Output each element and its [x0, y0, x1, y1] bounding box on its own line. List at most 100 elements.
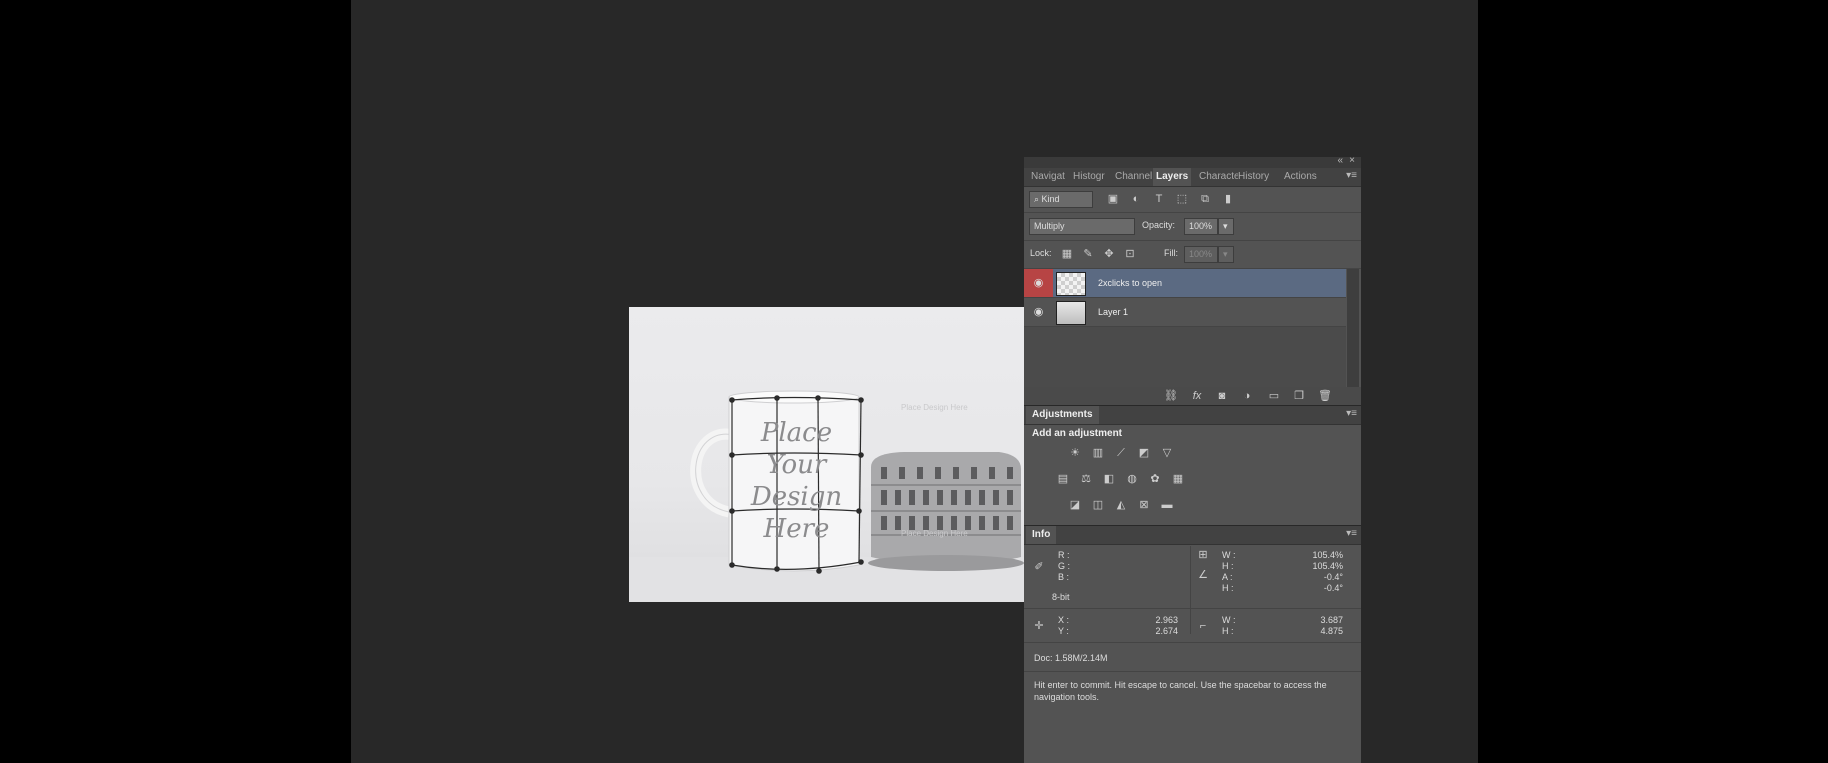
layer-thumbnail	[1056, 301, 1086, 325]
mockup-text: Place Your Design Here	[734, 417, 859, 545]
layer-list: ◉ 2xclicks to open ◉ Layer 1	[1024, 269, 1346, 387]
panel-menu-icon[interactable]: ▾≡	[1346, 408, 1357, 419]
adjustments-tab-bar: Adjustments ▾≡	[1024, 406, 1361, 425]
photo-filter-icon[interactable]: ◍	[1125, 472, 1139, 486]
filter-toggle-icon[interactable]: ▮	[1221, 192, 1235, 206]
filter-kind-select[interactable]: ⌕ Kind	[1029, 191, 1093, 208]
tool-hint-text: Hit enter to commit. Hit escape to cance…	[1034, 680, 1327, 702]
layers-tab-bar: Navigat Histogr Channel Layers Characte …	[1024, 168, 1361, 187]
lock-position-icon[interactable]: ✥	[1102, 247, 1116, 261]
document-canvas[interactable]: Place Your Design Here Place Design Here…	[629, 307, 1024, 602]
angle-icon: ∠	[1198, 569, 1208, 581]
fill-label: Fill:	[1164, 248, 1178, 258]
crosshair-icon: ✛	[1034, 620, 1044, 632]
info-divider-vertical	[1190, 546, 1191, 634]
watermark: Place Design Here	[901, 529, 968, 538]
info-h2-value: -0.4°	[1323, 583, 1343, 593]
hue-saturation-icon[interactable]: ▤	[1056, 472, 1070, 486]
levels-icon[interactable]: ▥	[1091, 446, 1105, 460]
selection-size-icon: ⌐	[1199, 620, 1207, 632]
info-h-label: H :	[1222, 561, 1234, 571]
invert-icon[interactable]: ◪	[1068, 498, 1082, 512]
link-layers-icon[interactable]: ⛓	[1164, 389, 1178, 403]
smart-object-thumbnail	[1056, 272, 1086, 296]
new-adjustment-layer-icon[interactable]: ◑	[1240, 389, 1254, 403]
watermark: Place Design Here	[901, 403, 968, 412]
layer-row-2xclicks[interactable]: ◉ 2xclicks to open	[1024, 269, 1346, 298]
tab-info[interactable]: Info	[1026, 526, 1057, 544]
tab-layers[interactable]: Layers	[1153, 168, 1191, 186]
add-mask-icon[interactable]: ◙	[1215, 389, 1229, 403]
color-lookup-icon[interactable]: ▦	[1171, 472, 1185, 486]
mockup-text-line: Place	[760, 418, 833, 448]
image-filter-icon[interactable]: ▣	[1106, 192, 1120, 206]
adjustments-panel: Adjustments ▾≡ Add an adjustment ☀ ▥ ⟋ ◩…	[1024, 406, 1361, 525]
doc-size-label: Doc: 1.58M/2.14M	[1034, 653, 1108, 663]
layers-scrollbar[interactable]	[1347, 269, 1359, 387]
adjustment-filter-icon[interactable]: ◐	[1129, 192, 1143, 206]
info-tab-bar: Info ▾≡	[1024, 526, 1361, 545]
tab-actions[interactable]: Actions	[1281, 168, 1327, 186]
layer-name[interactable]: Layer 1	[1098, 298, 1128, 326]
info-size-w-label: W :	[1222, 615, 1236, 625]
tab-character[interactable]: Characte	[1196, 168, 1238, 186]
smart-object-filter-icon[interactable]: ⧉	[1198, 192, 1212, 206]
color-balance-icon[interactable]: ⚖	[1079, 472, 1093, 486]
brightness-contrast-icon[interactable]: ☀	[1068, 446, 1082, 460]
opacity-label: Opacity:	[1142, 220, 1176, 230]
tab-navigator[interactable]: Navigat	[1028, 168, 1072, 186]
panel-menu-icon[interactable]: ▾≡	[1346, 528, 1357, 539]
delete-layer-icon[interactable]: 🗑	[1318, 389, 1332, 403]
shape-filter-icon[interactable]: ⬚	[1175, 192, 1189, 206]
exposure-icon[interactable]: ◩	[1137, 446, 1151, 460]
channel-mixer-icon[interactable]: ✿	[1148, 472, 1162, 486]
visibility-eye-icon[interactable]: ◉	[1024, 269, 1053, 297]
gradient-map-icon[interactable]: ▬	[1160, 498, 1174, 512]
type-filter-icon[interactable]: T	[1152, 192, 1166, 206]
tab-histogram[interactable]: Histogr	[1070, 168, 1112, 186]
threshold-icon[interactable]: ◭	[1114, 498, 1128, 512]
info-size-h-value: 4.875	[1320, 626, 1343, 636]
adjustments-heading: Add an adjustment	[1032, 428, 1123, 439]
blend-mode-select[interactable]: Multiply	[1029, 218, 1135, 235]
tab-history[interactable]: History	[1235, 168, 1277, 186]
layers-panel: « × Navigat Histogr Channel Layers Chara…	[1024, 155, 1361, 405]
opacity-dropdown-icon[interactable]: ▾	[1218, 218, 1234, 235]
panel-menu-icon[interactable]: ▾≡	[1346, 170, 1357, 181]
filter-kind-label: Kind	[1041, 194, 1060, 204]
info-r-label: R :	[1058, 550, 1070, 560]
collapse-icon[interactable]: «	[1337, 155, 1343, 166]
close-icon[interactable]: ×	[1349, 155, 1355, 166]
bit-depth-label: 8-bit	[1052, 592, 1070, 602]
fill-input[interactable]: 100%	[1184, 246, 1218, 263]
fill-dropdown-icon[interactable]: ▾	[1218, 246, 1234, 263]
selective-color-icon[interactable]: ⊠	[1137, 498, 1151, 512]
eyedropper-icon[interactable]: ✐	[1032, 560, 1046, 574]
lock-transparent-icon[interactable]: ▦	[1060, 247, 1074, 261]
info-y-value: 2.674	[1155, 626, 1178, 636]
layer-name[interactable]: 2xclicks to open	[1098, 269, 1162, 297]
tab-channels[interactable]: Channel	[1112, 168, 1154, 186]
info-panel: Info ▾≡ ✐ R : G : B : 8-bit ⊞ ∠ W : H : …	[1024, 526, 1361, 763]
info-g-label: G :	[1058, 561, 1071, 571]
info-y-label: Y :	[1058, 626, 1069, 636]
transform-size-icon: ⊞	[1198, 549, 1208, 561]
lock-all-icon[interactable]: ⊡	[1123, 247, 1137, 261]
new-layer-icon[interactable]: ❐	[1292, 389, 1306, 403]
lock-paint-icon[interactable]: ✎	[1081, 247, 1095, 261]
info-a-value: -0.4°	[1323, 572, 1343, 582]
opacity-input[interactable]: 100%	[1184, 218, 1218, 235]
info-x-label: X :	[1058, 615, 1070, 625]
curves-icon[interactable]: ⟋	[1114, 446, 1128, 460]
visibility-eye-icon[interactable]: ◉	[1024, 298, 1053, 326]
mockup-text-line: Your	[766, 450, 827, 480]
layer-row-layer-1[interactable]: ◉ Layer 1	[1024, 298, 1346, 327]
vibrance-icon[interactable]: ▽	[1160, 446, 1174, 460]
info-size-h-label: H :	[1222, 626, 1234, 636]
tab-adjustments[interactable]: Adjustments	[1026, 406, 1099, 424]
new-group-icon[interactable]: ▭	[1267, 389, 1281, 403]
black-white-icon[interactable]: ◧	[1102, 472, 1116, 486]
info-h-value: 105.4%	[1312, 561, 1343, 571]
posterize-icon[interactable]: ◫	[1091, 498, 1105, 512]
layer-style-fx-icon[interactable]: fx	[1190, 389, 1204, 403]
